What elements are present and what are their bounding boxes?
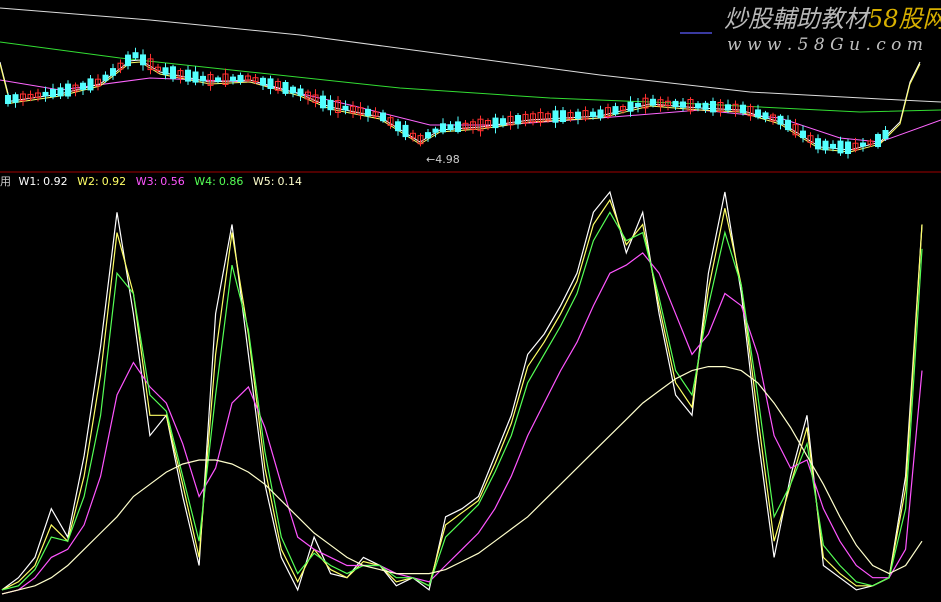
w1-value: 0.92 bbox=[43, 175, 68, 188]
w1-label: W1: bbox=[19, 175, 41, 188]
candle-body bbox=[425, 132, 431, 139]
candle-body bbox=[552, 110, 559, 123]
candle-body bbox=[162, 67, 169, 75]
candle-body bbox=[237, 74, 244, 83]
candle-body bbox=[140, 54, 146, 66]
candle-body bbox=[432, 128, 439, 133]
candle-body bbox=[627, 101, 634, 112]
candle-body bbox=[785, 119, 791, 131]
candle-body bbox=[725, 104, 731, 111]
candle-body bbox=[515, 115, 521, 125]
candle-body bbox=[500, 118, 506, 126]
candle-body bbox=[5, 95, 11, 104]
candle-body bbox=[875, 134, 881, 147]
w5-value: 0.14 bbox=[277, 175, 302, 188]
candle-body bbox=[800, 130, 806, 139]
candle-body bbox=[447, 124, 454, 131]
candle-body bbox=[492, 117, 499, 129]
candle-body bbox=[777, 115, 784, 125]
candle-body bbox=[575, 111, 581, 119]
candle-body bbox=[762, 112, 769, 120]
w3-value: 0.56 bbox=[160, 175, 185, 188]
candle-body bbox=[845, 141, 851, 154]
candle-body bbox=[822, 140, 829, 151]
watermark-title-brand: 58股网 bbox=[868, 5, 941, 33]
candle-body bbox=[860, 142, 866, 147]
candle-body bbox=[455, 121, 461, 133]
candle-body bbox=[87, 78, 94, 91]
candle-body bbox=[327, 99, 334, 111]
candle-body bbox=[342, 105, 349, 111]
watermark-title-main: 炒股輔助教材 bbox=[724, 5, 871, 33]
candle-body bbox=[42, 91, 49, 97]
candle-body bbox=[882, 130, 889, 140]
candle-body bbox=[57, 87, 64, 97]
w2-value: 0.92 bbox=[102, 175, 127, 188]
candle-body bbox=[297, 88, 304, 96]
candle-body bbox=[695, 103, 701, 109]
candle-body bbox=[282, 82, 289, 94]
candle-body bbox=[440, 123, 446, 133]
candle-body bbox=[597, 109, 604, 119]
w2-label: W2: bbox=[77, 175, 99, 188]
candle-body bbox=[267, 78, 274, 90]
low-price-marker: ←4.98 bbox=[426, 153, 460, 166]
candle-body bbox=[365, 108, 371, 117]
w3-label: W3: bbox=[136, 175, 158, 188]
indicator-header: 用 W1: 0.92 W2: 0.92 W3: 0.56 W4: 0.86 W5: 0.1… bbox=[0, 175, 302, 188]
candle-body bbox=[837, 140, 844, 154]
candle-body bbox=[170, 66, 176, 79]
watermark-url: w w w . 5 8 G u . c o m bbox=[727, 35, 923, 55]
candle-body bbox=[650, 98, 656, 106]
stock-chart: 炒股輔助教材58股网 w w w . 5 8 G u . c o m ←4.98… bbox=[0, 0, 941, 602]
candle-body bbox=[612, 106, 619, 115]
candle-body bbox=[672, 100, 679, 108]
watermark-title: 炒股輔助教材58股网 bbox=[724, 5, 941, 33]
candle-body bbox=[830, 143, 836, 149]
candle-body bbox=[110, 68, 116, 76]
candle-body bbox=[192, 71, 199, 83]
candle-body bbox=[710, 101, 716, 113]
candle-body bbox=[590, 111, 596, 118]
candle-body bbox=[380, 112, 386, 122]
candle-body bbox=[132, 52, 139, 59]
candle-body bbox=[402, 124, 409, 138]
w5-label: W5: bbox=[253, 175, 275, 188]
candle-body bbox=[320, 95, 326, 109]
indicator-prefix: 用 bbox=[0, 175, 11, 188]
candle-body bbox=[50, 89, 56, 97]
candle-body bbox=[815, 138, 821, 150]
candle-body bbox=[702, 102, 709, 110]
candle-body bbox=[680, 101, 686, 108]
candle-body bbox=[12, 94, 19, 103]
candle-body bbox=[755, 109, 761, 118]
candle-body bbox=[635, 102, 641, 107]
candle-body bbox=[395, 121, 401, 132]
candle-body bbox=[200, 75, 206, 82]
w4-label: W4: bbox=[194, 175, 216, 188]
candle-body bbox=[230, 76, 236, 82]
candle-body bbox=[260, 77, 266, 86]
candle-body bbox=[185, 69, 191, 82]
candle-body bbox=[65, 83, 71, 97]
candle-body bbox=[102, 74, 109, 81]
candle-body bbox=[560, 110, 566, 122]
candle-body bbox=[740, 104, 746, 114]
candle-body bbox=[290, 86, 296, 94]
candle-body bbox=[215, 77, 221, 82]
candle-body bbox=[80, 82, 86, 90]
w4-value: 0.86 bbox=[219, 175, 244, 188]
candle-body bbox=[125, 54, 131, 67]
